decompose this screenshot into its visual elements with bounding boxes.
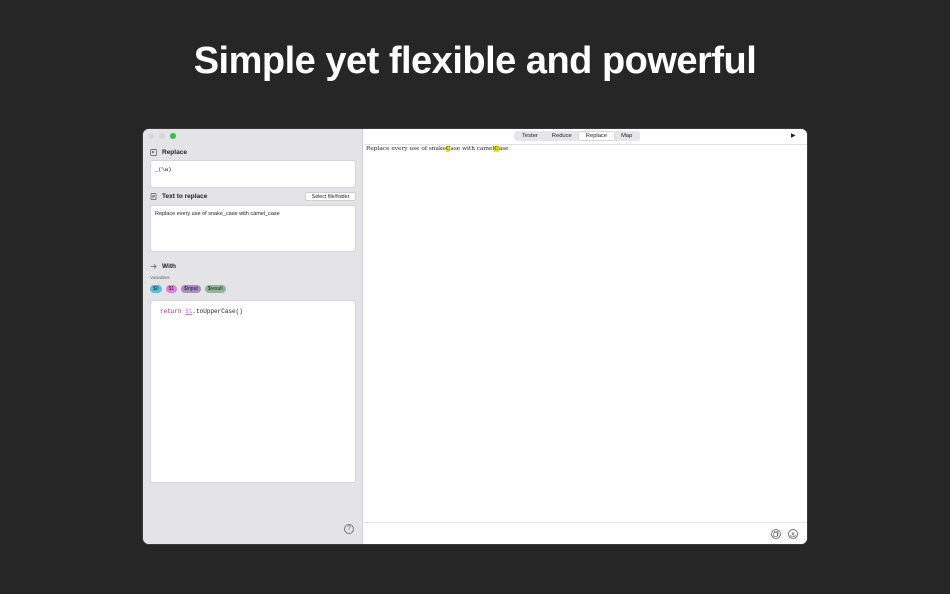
- window-controls: [148, 133, 176, 139]
- mode-segmented-control: Tester Reduce Replace Map: [514, 131, 641, 141]
- with-section-header: With: [150, 263, 176, 270]
- tab-reduce[interactable]: Reduce: [545, 132, 579, 140]
- main-panel: Tester Reduce Replace Map ▶ Replace ever…: [364, 129, 807, 544]
- pattern-text: _(\w): [155, 166, 172, 173]
- code-method: .toUpperCase(): [192, 308, 243, 315]
- tab-map[interactable]: Map: [614, 132, 639, 140]
- pattern-input[interactable]: _(\w): [150, 160, 356, 188]
- text-to-replace-value: Replace every use of snake_case with cam…: [155, 211, 280, 217]
- bottom-bar: [364, 522, 807, 544]
- result-text-1: Replace every use of snake: [366, 146, 446, 152]
- text-section-title: Text to replace: [162, 193, 208, 200]
- replace-section-header: Replace: [150, 149, 187, 156]
- variable-chip-input[interactable]: $input: [181, 285, 201, 293]
- help-button[interactable]: ?: [344, 524, 354, 534]
- select-file-button[interactable]: Select file/folder: [305, 192, 356, 201]
- minimize-window-button[interactable]: [159, 133, 165, 139]
- document-icon: [150, 193, 157, 200]
- variable-chip-0[interactable]: $0: [150, 285, 162, 293]
- play-icon[interactable]: ▶: [791, 133, 797, 139]
- result-text-3: ase: [498, 146, 509, 152]
- variables-label: Variables: [150, 276, 170, 281]
- with-section-title: With: [162, 263, 177, 270]
- replace-section-title: Replace: [162, 149, 187, 156]
- headline: Simple yet flexible and powerful: [193, 40, 757, 82]
- toolbar: Tester Reduce Replace Map ▶: [364, 129, 807, 145]
- tab-tester[interactable]: Tester: [515, 132, 545, 140]
- app-window: Replace _(\w) Text to replace Select fil…: [143, 129, 807, 544]
- result-text-2: ase with camel: [450, 146, 495, 152]
- copy-icon[interactable]: [771, 529, 781, 539]
- text-section-header: Text to replace: [150, 193, 207, 200]
- code-editor[interactable]: return $1.toUpperCase(): [150, 300, 356, 483]
- code-keyword: return: [160, 308, 182, 315]
- arrow-right-icon: [150, 263, 157, 270]
- text-to-replace-input[interactable]: Replace every use of snake_case with cam…: [150, 205, 356, 252]
- close-window-button[interactable]: [148, 133, 154, 139]
- variable-chip-result[interactable]: $result: [204, 285, 226, 293]
- variable-chips: $0 $1 $input $result: [150, 285, 226, 293]
- regex-icon: [150, 149, 157, 156]
- save-icon[interactable]: [788, 529, 798, 539]
- tab-replace[interactable]: Replace: [578, 132, 615, 140]
- variable-chip-1[interactable]: $1: [165, 285, 178, 293]
- result-output: Replace every use of snakeCase with came…: [366, 146, 509, 152]
- maximize-window-button[interactable]: [170, 133, 176, 139]
- sidebar: Replace _(\w) Text to replace Select fil…: [143, 129, 363, 544]
